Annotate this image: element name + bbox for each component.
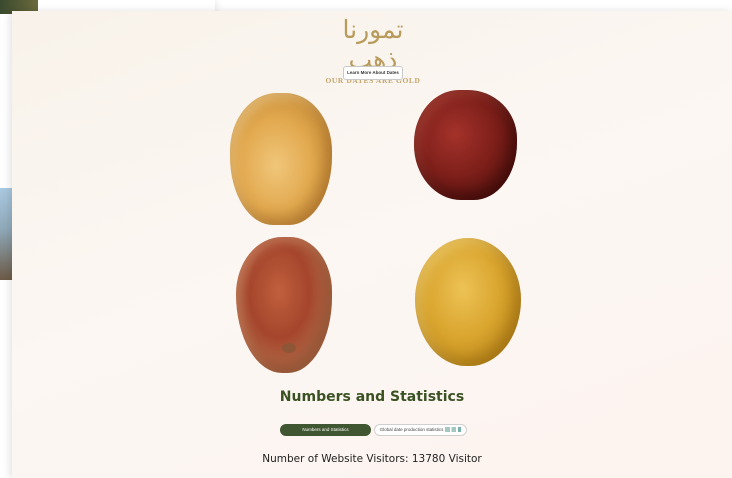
date-image-dark-red — [414, 90, 517, 200]
date-image-reddish-brown — [236, 237, 332, 373]
learn-more-button[interactable]: Learn More About Dates — [343, 66, 403, 80]
main-window: تمورنا ذهب OUR DATES ARE GOLD Learn More… — [12, 11, 732, 478]
chart-icon — [445, 427, 462, 433]
date-stem-end — [282, 343, 296, 353]
tab-label: Global date production statistics — [379, 427, 444, 432]
logo: تمورنا ذهب OUR DATES ARE GOLD — [317, 15, 429, 85]
tab-label: Numbers and Statistics — [302, 427, 349, 432]
section-title: Numbers and Statistics — [279, 389, 465, 405]
date-image-yellow — [415, 238, 521, 366]
date-image-light-golden — [230, 93, 332, 225]
tab-global-production[interactable]: Global date production statistics — [374, 424, 467, 436]
visitor-count: Number of Website Visitors: 13780 Visito… — [262, 453, 482, 465]
tab-numbers-and-statistics[interactable]: Numbers and Statistics — [280, 424, 371, 436]
